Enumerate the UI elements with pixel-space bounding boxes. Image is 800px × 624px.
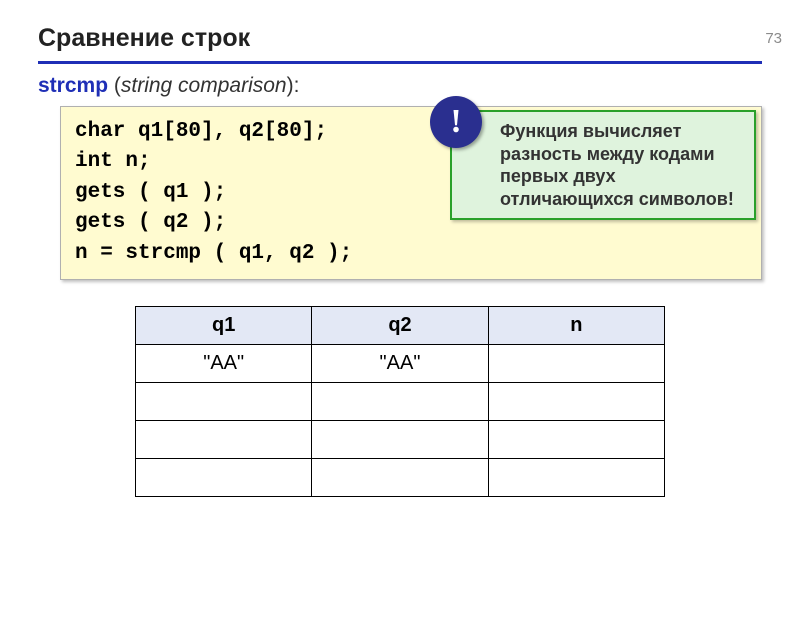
table-row: "AA" "AA" (136, 345, 665, 383)
table-cell (136, 459, 312, 497)
table-cell (488, 459, 664, 497)
code-line-3: gets ( q1 ); (75, 181, 226, 204)
table-cell (136, 383, 312, 421)
table-cell: "AA" (312, 345, 488, 383)
table-header-row: q1 q2 n (136, 307, 665, 345)
table-cell (488, 345, 664, 383)
callout-text: Функция вычисляет разность между кодами … (500, 121, 734, 209)
subtitle: strcmp (string comparison): (38, 74, 800, 98)
function-name: strcmp (38, 74, 108, 97)
table-cell (312, 459, 488, 497)
table-cell (488, 383, 664, 421)
col-q2: q2 (312, 307, 488, 345)
table-cell (488, 421, 664, 459)
info-callout: ! Функция вычисляет разность между кодам… (450, 110, 756, 220)
table-cell (136, 421, 312, 459)
function-desc: string comparison (121, 74, 287, 97)
code-line-5: n = strcmp ( q1, q2 ); (75, 242, 352, 265)
title-underline (38, 61, 762, 64)
code-line-4: gets ( q2 ); (75, 211, 226, 234)
code-line-1: char q1[80], q2[80]; (75, 120, 327, 143)
table-cell (312, 383, 488, 421)
col-q1: q1 (136, 307, 312, 345)
code-area: char q1[80], q2[80]; int n; gets ( q1 );… (60, 106, 762, 280)
close-paren: ): (287, 74, 300, 97)
table-cell (312, 421, 488, 459)
table-row (136, 459, 665, 497)
comparison-table: q1 q2 n "AA" "AA" (135, 306, 665, 497)
slide-title: Сравнение строк (38, 24, 800, 53)
code-line-2: int n; (75, 150, 151, 173)
table-cell: "AA" (136, 345, 312, 383)
table-row (136, 383, 665, 421)
comparison-table-wrap: q1 q2 n "AA" "AA" (135, 306, 665, 497)
page-number: 73 (765, 30, 782, 47)
table-row (136, 421, 665, 459)
exclamation-icon: ! (430, 96, 482, 148)
col-n: n (488, 307, 664, 345)
open-paren: ( (114, 74, 121, 97)
